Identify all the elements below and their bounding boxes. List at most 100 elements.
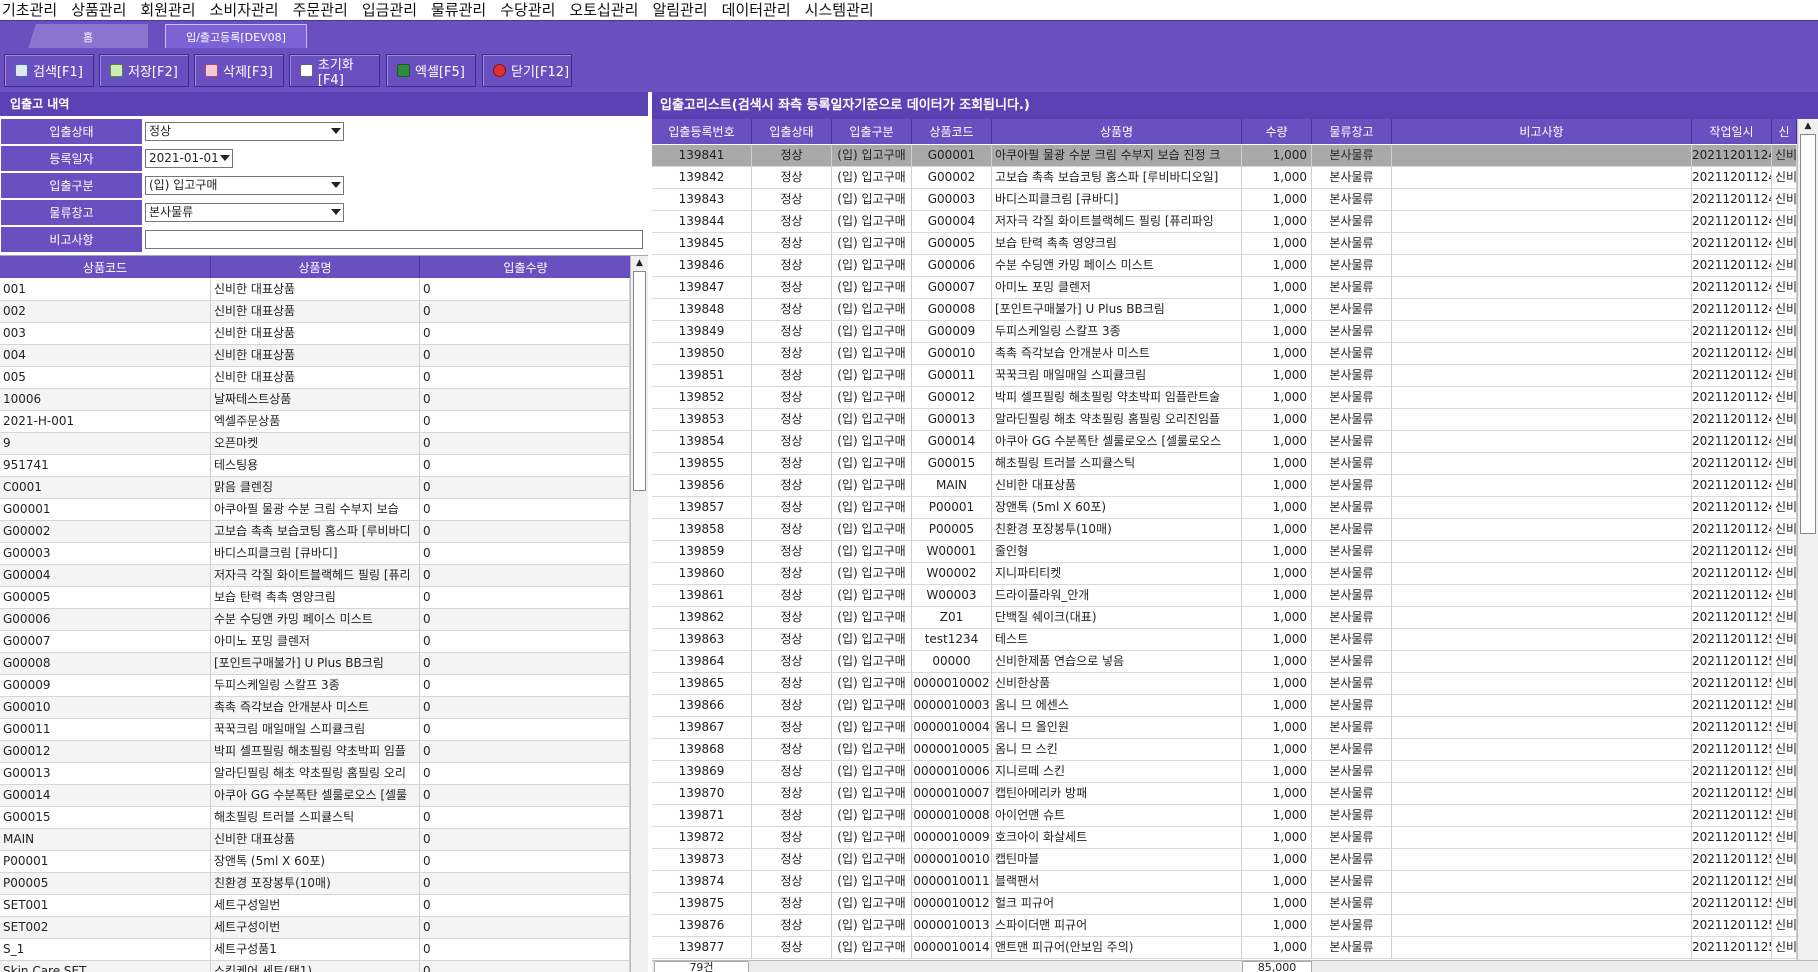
stock-row[interactable]: 139848 정상 (입) 입고구매 G00008 [포인트구매불가] U Plus B…: [652, 299, 1797, 321]
quantity-cell[interactable]: 0: [420, 653, 630, 675]
product-row[interactable]: G00012 박피 셀프필링 해초필링 약초박피 임플 0: [0, 741, 630, 763]
quantity-cell[interactable]: 0: [420, 873, 630, 895]
save-button[interactable]: 저장[F2]: [99, 54, 189, 87]
warehouse-select[interactable]: 본사물류: [145, 203, 344, 222]
quantity-cell[interactable]: 0: [420, 917, 630, 939]
quantity-cell[interactable]: 0: [420, 851, 630, 873]
product-row[interactable]: G00010 촉촉 즉각보습 안개분사 미스트 0: [0, 697, 630, 719]
quantity-cell[interactable]: 0: [420, 367, 630, 389]
col-qty[interactable]: 수량: [1242, 119, 1312, 144]
stock-row[interactable]: 139846 정상 (입) 입고구매 G00006 수분 수딩앤 카밍 페이스 미스트 1…: [652, 255, 1797, 277]
excel-button[interactable]: 엑셀[F5]: [386, 54, 476, 87]
quantity-cell[interactable]: 0: [420, 829, 630, 851]
col-quantity[interactable]: 입출수량: [420, 256, 632, 278]
product-row[interactable]: 001 신비한 대표상품 0: [0, 279, 630, 301]
menu-item[interactable]: 수당관리: [498, 0, 559, 20]
quantity-cell[interactable]: 0: [420, 279, 630, 301]
delete-button[interactable]: 삭제[F3]: [194, 54, 284, 87]
scroll-up-icon[interactable]: ▲: [631, 256, 648, 270]
stock-row[interactable]: 139862 정상 (입) 입고구매 Z01 단백질 쉐이크(대표) 1,000 본사물류 2…: [652, 607, 1797, 629]
stock-row[interactable]: 139868 정상 (입) 입고구매 0000010005 옴니 므 스킨 1,000 본사…: [652, 739, 1797, 761]
product-row[interactable]: G00013 알라딘필링 해초 약초필링 홈필링 오리 0: [0, 763, 630, 785]
menu-item[interactable]: 회원관리: [138, 0, 199, 20]
col-type[interactable]: 입출구분: [832, 119, 912, 144]
menu-item[interactable]: 소비자관리: [208, 0, 283, 20]
product-row[interactable]: G00007 아미노 포밍 클렌저 0: [0, 631, 630, 653]
stock-row[interactable]: 139877 정상 (입) 입고구매 0000010014 앤트맨 피규어(안보임 주의…: [652, 937, 1797, 959]
stock-row[interactable]: 139859 정상 (입) 입고구매 W00001 줄인형 1,000 본사물류 202112…: [652, 541, 1797, 563]
quantity-cell[interactable]: 0: [420, 587, 630, 609]
stock-row-selected[interactable]: 139841 정상 (입) 입고구매 G00001 아쿠아필 물광 수분 크림 수부지 …: [652, 145, 1797, 167]
product-row[interactable]: Skin Care SET 스킨케어 세트(택1) 0: [0, 961, 630, 972]
col-code[interactable]: 상품코드: [912, 119, 992, 144]
product-row[interactable]: C0001 맑음 클렌징 0: [0, 477, 630, 499]
product-row[interactable]: G00009 두피스케일링 스칼프 3종 0: [0, 675, 630, 697]
quantity-cell[interactable]: 0: [420, 741, 630, 763]
stock-row[interactable]: 139850 정상 (입) 입고구매 G00010 촉촉 즉각보습 안개분사 미스트 1,…: [652, 343, 1797, 365]
quantity-cell[interactable]: 0: [420, 455, 630, 477]
menu-item[interactable]: 물류관리: [429, 0, 490, 20]
stock-row[interactable]: 139866 정상 (입) 입고구매 0000010003 옴니 므 에센스 1,000 본…: [652, 695, 1797, 717]
quantity-cell[interactable]: 0: [420, 543, 630, 565]
stock-row[interactable]: 139856 정상 (입) 입고구매 MAIN 신비한 대표상품 1,000 본사물류 202…: [652, 475, 1797, 497]
scroll-thumb[interactable]: [1800, 134, 1816, 534]
close-button[interactable]: 닫기[F12]: [482, 54, 572, 87]
product-row[interactable]: G00008 [포인트구매불가] U Plus BB크림 0: [0, 653, 630, 675]
product-row[interactable]: G00014 아쿠아 GG 수분폭탄 셀룰로오스 [셀룰 0: [0, 785, 630, 807]
stock-row[interactable]: 139842 정상 (입) 입고구매 G00002 고보습 촉촉 보습코팅 홈스파 [루…: [652, 167, 1797, 189]
col-reg-no[interactable]: 입출등록번호: [652, 119, 752, 144]
product-row[interactable]: S_1 세트구성품1 0: [0, 939, 630, 961]
quantity-cell[interactable]: 0: [420, 807, 630, 829]
col-extra[interactable]: 신: [1772, 119, 1797, 144]
product-row[interactable]: G00004 저자극 각질 화이트블랙헤드 필링 [퓨리 0: [0, 565, 630, 587]
product-row[interactable]: P00001 장앤톡 (5ml X 60포) 0: [0, 851, 630, 873]
product-row[interactable]: G00005 보습 탄력 촉촉 영양크림 0: [0, 587, 630, 609]
product-row[interactable]: 951741 테스팅용 0: [0, 455, 630, 477]
menu-item[interactable]: 주문관리: [291, 0, 352, 20]
quantity-cell[interactable]: 0: [420, 763, 630, 785]
quantity-cell[interactable]: 0: [420, 433, 630, 455]
quantity-cell[interactable]: 0: [420, 345, 630, 367]
stock-row[interactable]: 139875 정상 (입) 입고구매 0000010012 헐크 피규어 1,000 본사물…: [652, 893, 1797, 915]
col-product-code[interactable]: 상품코드: [0, 256, 211, 278]
memo-input[interactable]: [145, 230, 643, 249]
quantity-cell[interactable]: 0: [420, 675, 630, 697]
col-status[interactable]: 입출상태: [752, 119, 832, 144]
quantity-cell[interactable]: 0: [420, 939, 630, 961]
stock-row[interactable]: 139853 정상 (입) 입고구매 G00013 알라딘필링 해초 약초필링 홈필링 …: [652, 409, 1797, 431]
stock-row[interactable]: 139855 정상 (입) 입고구매 G00015 해초필링 트러블 스피큘스틱 1,00…: [652, 453, 1797, 475]
product-row[interactable]: G00015 해초필링 트러블 스피큘스틱 0: [0, 807, 630, 829]
stock-row[interactable]: 139874 정상 (입) 입고구매 0000010011 블랙팬서 1,000 본사물류 2…: [652, 871, 1797, 893]
col-work-time[interactable]: 작업일시: [1692, 119, 1772, 144]
stock-row[interactable]: 139860 정상 (입) 입고구매 W00002 지니파티티켓 1,000 본사물류 202…: [652, 563, 1797, 585]
menu-item[interactable]: 오토십관리: [567, 0, 642, 20]
stock-row[interactable]: 139863 정상 (입) 입고구매 test1234 테스트 1,000 본사물류 2021…: [652, 629, 1797, 651]
quantity-cell[interactable]: 0: [420, 631, 630, 653]
menu-item[interactable]: 데이터관리: [720, 0, 795, 20]
quantity-cell[interactable]: 0: [420, 565, 630, 587]
product-row[interactable]: P00005 친환경 포장봉투(10매) 0: [0, 873, 630, 895]
menu-item[interactable]: 알림관리: [650, 0, 711, 20]
quantity-cell[interactable]: 0: [420, 389, 630, 411]
product-row[interactable]: G00006 수분 수딩앤 카밍 페이스 미스트 0: [0, 609, 630, 631]
product-row[interactable]: G00001 아쿠아필 물광 수분 크림 수부지 보습 0: [0, 499, 630, 521]
stock-row[interactable]: 139869 정상 (입) 입고구매 0000010006 지니르떼 스킨 1,000 본사…: [652, 761, 1797, 783]
product-row[interactable]: 2021-H-001 엑셀주문상품 0: [0, 411, 630, 433]
stock-row[interactable]: 139847 정상 (입) 입고구매 G00007 아미노 포밍 클렌저 1,000 본사물…: [652, 277, 1797, 299]
product-row[interactable]: G00011 꾹꾹크림 매일매일 스피큘크림 0: [0, 719, 630, 741]
product-row[interactable]: G00002 고보습 촉촉 보습코팅 홈스파 [루비바디 0: [0, 521, 630, 543]
stock-row[interactable]: 139851 정상 (입) 입고구매 G00011 꾹꾹크림 매일매일 스피큘크림 1,0…: [652, 365, 1797, 387]
menu-item[interactable]: 시스템관리: [803, 0, 878, 20]
stock-row[interactable]: 139865 정상 (입) 입고구매 0000010002 신비한상품 1,000 본사물류…: [652, 673, 1797, 695]
stock-row[interactable]: 139871 정상 (입) 입고구매 0000010008 아이언맨 슈트 1,000 본사…: [652, 805, 1797, 827]
product-row[interactable]: 10006 날짜테스트상품 0: [0, 389, 630, 411]
quantity-cell[interactable]: 0: [420, 499, 630, 521]
stock-row[interactable]: 139876 정상 (입) 입고구매 0000010013 스파이더맨 피규어 1,000…: [652, 915, 1797, 937]
stock-row[interactable]: 139870 정상 (입) 입고구매 0000010007 캡틴아메리카 방패 1,000…: [652, 783, 1797, 805]
menu-item[interactable]: 기초관리: [0, 0, 61, 20]
product-row[interactable]: 004 신비한 대표상품 0: [0, 345, 630, 367]
type-select[interactable]: (입) 입고구매: [145, 176, 344, 195]
quantity-cell[interactable]: 0: [420, 521, 630, 543]
stock-row[interactable]: 139844 정상 (입) 입고구매 G00004 저자극 각질 화이트블랙헤드 필링 …: [652, 211, 1797, 233]
menu-item[interactable]: 입금관리: [360, 0, 421, 20]
